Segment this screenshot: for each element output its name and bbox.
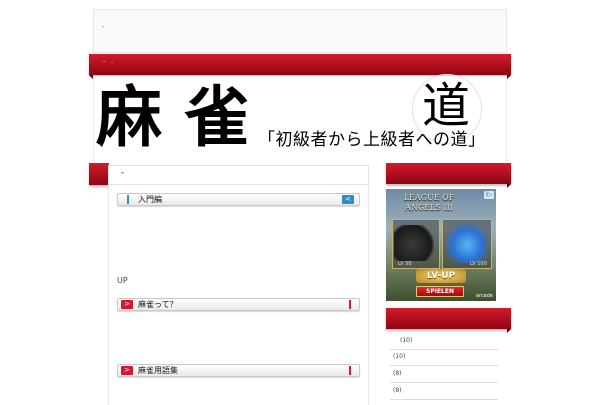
section-label: 入門編 (138, 195, 162, 204)
ad-choices-icon[interactable]: i▷ (484, 191, 494, 199)
sidebar-category-item[interactable]: (10) (390, 333, 498, 350)
main-heading-mark: - (121, 168, 125, 178)
ad-level-left: LV 50 (398, 261, 412, 267)
nav-fold-right (507, 75, 511, 79)
ad-lvup: LV-UP (416, 269, 466, 283)
ad-logo: LEAGUE OF ANGELS III (403, 193, 455, 212)
sidebar-heading-ribbon-1 (386, 163, 511, 184)
ad-play-button[interactable]: SPIELEN (416, 286, 464, 297)
section-bar-glossary[interactable]: > 麻雀用語集 (117, 364, 360, 377)
category-count: (8) (393, 370, 402, 377)
advertisement[interactable]: LEAGUE OF ANGELS III i▷ LV 50 LV 100 LV-… (386, 189, 496, 301)
up-label: UP (117, 276, 128, 285)
nav-mark: - . (103, 58, 115, 65)
sidebar-heading-ribbon-2 (386, 308, 511, 329)
ad-brand: arcade (475, 293, 493, 299)
site-header-box: - (93, 9, 507, 53)
category-count: (10) (400, 337, 413, 344)
header-mark: - (102, 22, 105, 31)
main-heading-ribbon (89, 163, 109, 185)
section-marker (349, 366, 351, 375)
section-bar-what-is-mahjong[interactable]: > 麻雀って？ (117, 298, 360, 311)
ad-image[interactable]: LEAGUE OF ANGELS III i▷ LV 50 LV 100 LV-… (386, 189, 496, 301)
category-count: (8) (393, 387, 402, 394)
sidebar-category-item[interactable]: (8) (390, 366, 498, 383)
banner-subtitle: 「初級者から上級者への道」 (258, 130, 486, 150)
site-banner[interactable]: 麻雀 道 「初級者から上級者への道」 (93, 74, 507, 162)
main-heading-box: - (108, 165, 369, 185)
section-marker (127, 195, 129, 204)
section-bar-intro[interactable]: 入門編 < (117, 193, 360, 206)
section-label: 麻雀って？ (138, 300, 178, 309)
global-nav-bar[interactable]: - . (89, 54, 511, 75)
banner-emblem: 道 (422, 78, 471, 134)
sidebar-fold-2 (507, 329, 511, 333)
banner-title: 麻雀 (96, 78, 272, 156)
section-label: 麻雀用語集 (138, 366, 178, 375)
section-marker (349, 300, 351, 309)
sidebar-category-item[interactable]: (10) (390, 349, 498, 366)
dark-dragon-icon (394, 225, 438, 261)
chevron-right-icon[interactable]: > (121, 366, 133, 375)
ice-dragon-icon (442, 223, 488, 263)
sidebar-category-item[interactable]: (8) (390, 383, 498, 400)
category-count: (10) (393, 353, 406, 360)
ad-level-right: LV 100 (470, 261, 487, 267)
chevron-left-icon[interactable]: < (342, 195, 354, 204)
chevron-right-icon[interactable]: > (121, 300, 133, 309)
sidebar-fold-1 (507, 184, 511, 188)
